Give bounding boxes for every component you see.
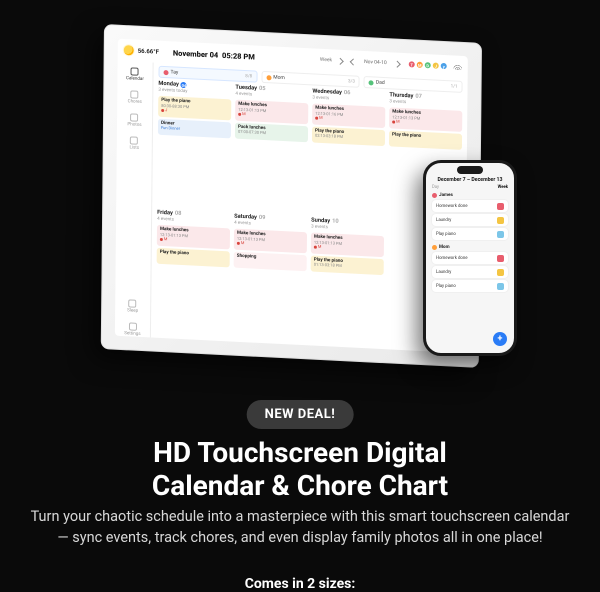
person-dot-icon [164, 70, 169, 75]
event-card[interactable]: DinnerFun Dinner [158, 118, 231, 138]
week-grid: Monday 043 events today Tuesday 054 even… [156, 81, 463, 351]
product-hero: 56.66°F November 04 05:28 PM Week Nov 04… [0, 0, 600, 592]
chevron-left-icon[interactable] [350, 58, 357, 65]
event-card[interactable]: Make lunches12:13-01:13 PMM [235, 100, 308, 124]
chore-item[interactable]: Homework done [432, 200, 508, 212]
product-headline: HD Touchscreen Digital Calendar & Chore … [0, 436, 600, 502]
day-column: Make lunches12:13-01:13 PMM Play the pia… [310, 232, 384, 347]
temperature: 56.66°F [138, 47, 159, 55]
companion-phone: December 7 – December 13 Day Week James … [423, 160, 517, 356]
event-card[interactable]: Pack lunches07:00-07:30 PM [235, 122, 308, 142]
event-card[interactable]: Make lunches12:13-01:16 PMM [312, 103, 385, 127]
today-badge: 04 [181, 82, 187, 88]
chore-item[interactable]: Play piano [432, 228, 508, 240]
phone-date-range: December 7 – December 13 [432, 177, 508, 183]
day-header: Thursday 073 events [389, 92, 462, 108]
family-avatars: T M D J y [409, 61, 447, 69]
chore-item[interactable]: Laundry [432, 214, 508, 226]
event-card[interactable]: Play the piano [157, 247, 230, 267]
event-card[interactable]: Make lunches12:13-01:13 PMM [234, 229, 307, 253]
phone-screen: December 7 – December 13 Day Week James … [426, 163, 514, 353]
chore-item[interactable]: Play piano [432, 280, 508, 292]
chore-color-icon [497, 203, 504, 210]
phone-tab-week[interactable]: Week [498, 185, 508, 190]
person-tab[interactable]: Dad1/1 [364, 76, 463, 93]
date-range: Nov 04-10 [364, 59, 387, 66]
chevron-down-icon [337, 57, 344, 64]
chore-color-icon [497, 255, 504, 262]
person-dot-icon [266, 75, 271, 80]
day-column: Play the piano80:30-88:30 PMJ DinnerFun … [157, 96, 231, 211]
avatar[interactable]: M [417, 62, 423, 68]
nav-lists[interactable]: Lists [129, 136, 139, 150]
avatar[interactable]: D [425, 62, 431, 68]
person-dot-icon [369, 80, 374, 85]
event-card[interactable]: Shopping [234, 251, 307, 271]
settings-icon [128, 322, 136, 330]
nav-sleep[interactable]: Sleep [127, 299, 138, 314]
calendar-screen: 56.66°F November 04 05:28 PM Week Nov 04… [115, 39, 468, 354]
lists-icon [130, 136, 138, 144]
chore-color-icon [497, 217, 504, 224]
photos-icon [131, 113, 139, 121]
phone-person-section: Mom Homework done Laundry Play piano [432, 245, 508, 294]
phone-view-tabs: Day Week [432, 185, 508, 190]
phone-tab-day[interactable]: Day [432, 185, 439, 190]
nav-rail: Calendar Chores Photos Lists Sleep Setti… [115, 61, 154, 338]
chores-icon [131, 90, 139, 98]
event-card[interactable]: Play the piano01:13-03:18 PM [311, 255, 384, 275]
phone-person-section: James Homework done Laundry Play piano [432, 193, 508, 242]
nav-calendar[interactable]: Calendar [126, 67, 144, 82]
product-subheading: Turn your chaotic schedule into a master… [30, 507, 570, 548]
day-header: Sunday 103 events [311, 217, 384, 233]
phone-add-button[interactable]: + [493, 332, 507, 346]
day-column: Make lunches12:13-01:16 PMM Play the pia… [311, 103, 385, 218]
event-card[interactable]: Play the piano [389, 130, 462, 150]
chore-color-icon [497, 283, 504, 290]
day-header: Tuesday 054 events [235, 85, 308, 101]
event-card[interactable]: Make lunches12:13-01:13 PMM [157, 225, 230, 249]
event-card[interactable]: Play the piano80:30-88:30 PMJ [158, 96, 231, 120]
nav-settings[interactable]: Settings [124, 322, 141, 337]
day-header: Monday 043 events today [158, 81, 231, 97]
day-column: Make lunches12:13-01:13 PMM Pack lunches… [234, 100, 308, 215]
chevron-right-icon[interactable] [394, 60, 401, 67]
calendar-main: Tay8/8 Mom3/3 Dad1/1 Monday 043 events t… [151, 63, 468, 354]
deal-badge: NEW DEAL! [247, 400, 354, 429]
event-card[interactable]: Play the piano02:13-03:18 PM [312, 126, 385, 146]
nav-chores[interactable]: Chores [128, 90, 142, 105]
chore-color-icon [497, 231, 504, 238]
event-card[interactable]: Make lunches12:13-01:13 PMM [389, 107, 462, 131]
view-selector[interactable]: Week [320, 57, 332, 64]
event-card[interactable]: Make lunches12:13-01:13 PMM [311, 232, 384, 256]
day-header: Saturday 094 events [234, 214, 307, 230]
phone-person-name: Mom [432, 245, 508, 250]
chore-item[interactable]: Homework done [432, 252, 508, 264]
day-column: Make lunches12:13-01:13 PMM Play the pia… [156, 225, 230, 340]
avatar[interactable]: J [433, 62, 439, 68]
day-header: Wednesday 063 events [312, 88, 385, 104]
weather-sun-icon [124, 45, 134, 56]
day-header: Friday 084 events [157, 210, 230, 226]
chore-item[interactable]: Laundry [432, 266, 508, 278]
sizes-heading: Comes in 2 sizes: [0, 576, 600, 592]
person-tab[interactable]: Mom3/3 [261, 71, 360, 88]
phone-person-name: James [432, 193, 508, 198]
day-column: Make lunches12:13-01:13 PMM Shopping [233, 229, 307, 344]
avatar[interactable]: y [441, 63, 447, 69]
chore-color-icon [497, 269, 504, 276]
sleep-icon [129, 299, 137, 307]
wifi-icon [454, 64, 462, 70]
current-date: November 04 05:28 PM [173, 48, 255, 61]
person-tab[interactable]: Tay8/8 [158, 66, 257, 83]
calendar-icon [131, 67, 139, 75]
nav-photos[interactable]: Photos [127, 113, 141, 128]
avatar[interactable]: T [409, 61, 415, 67]
